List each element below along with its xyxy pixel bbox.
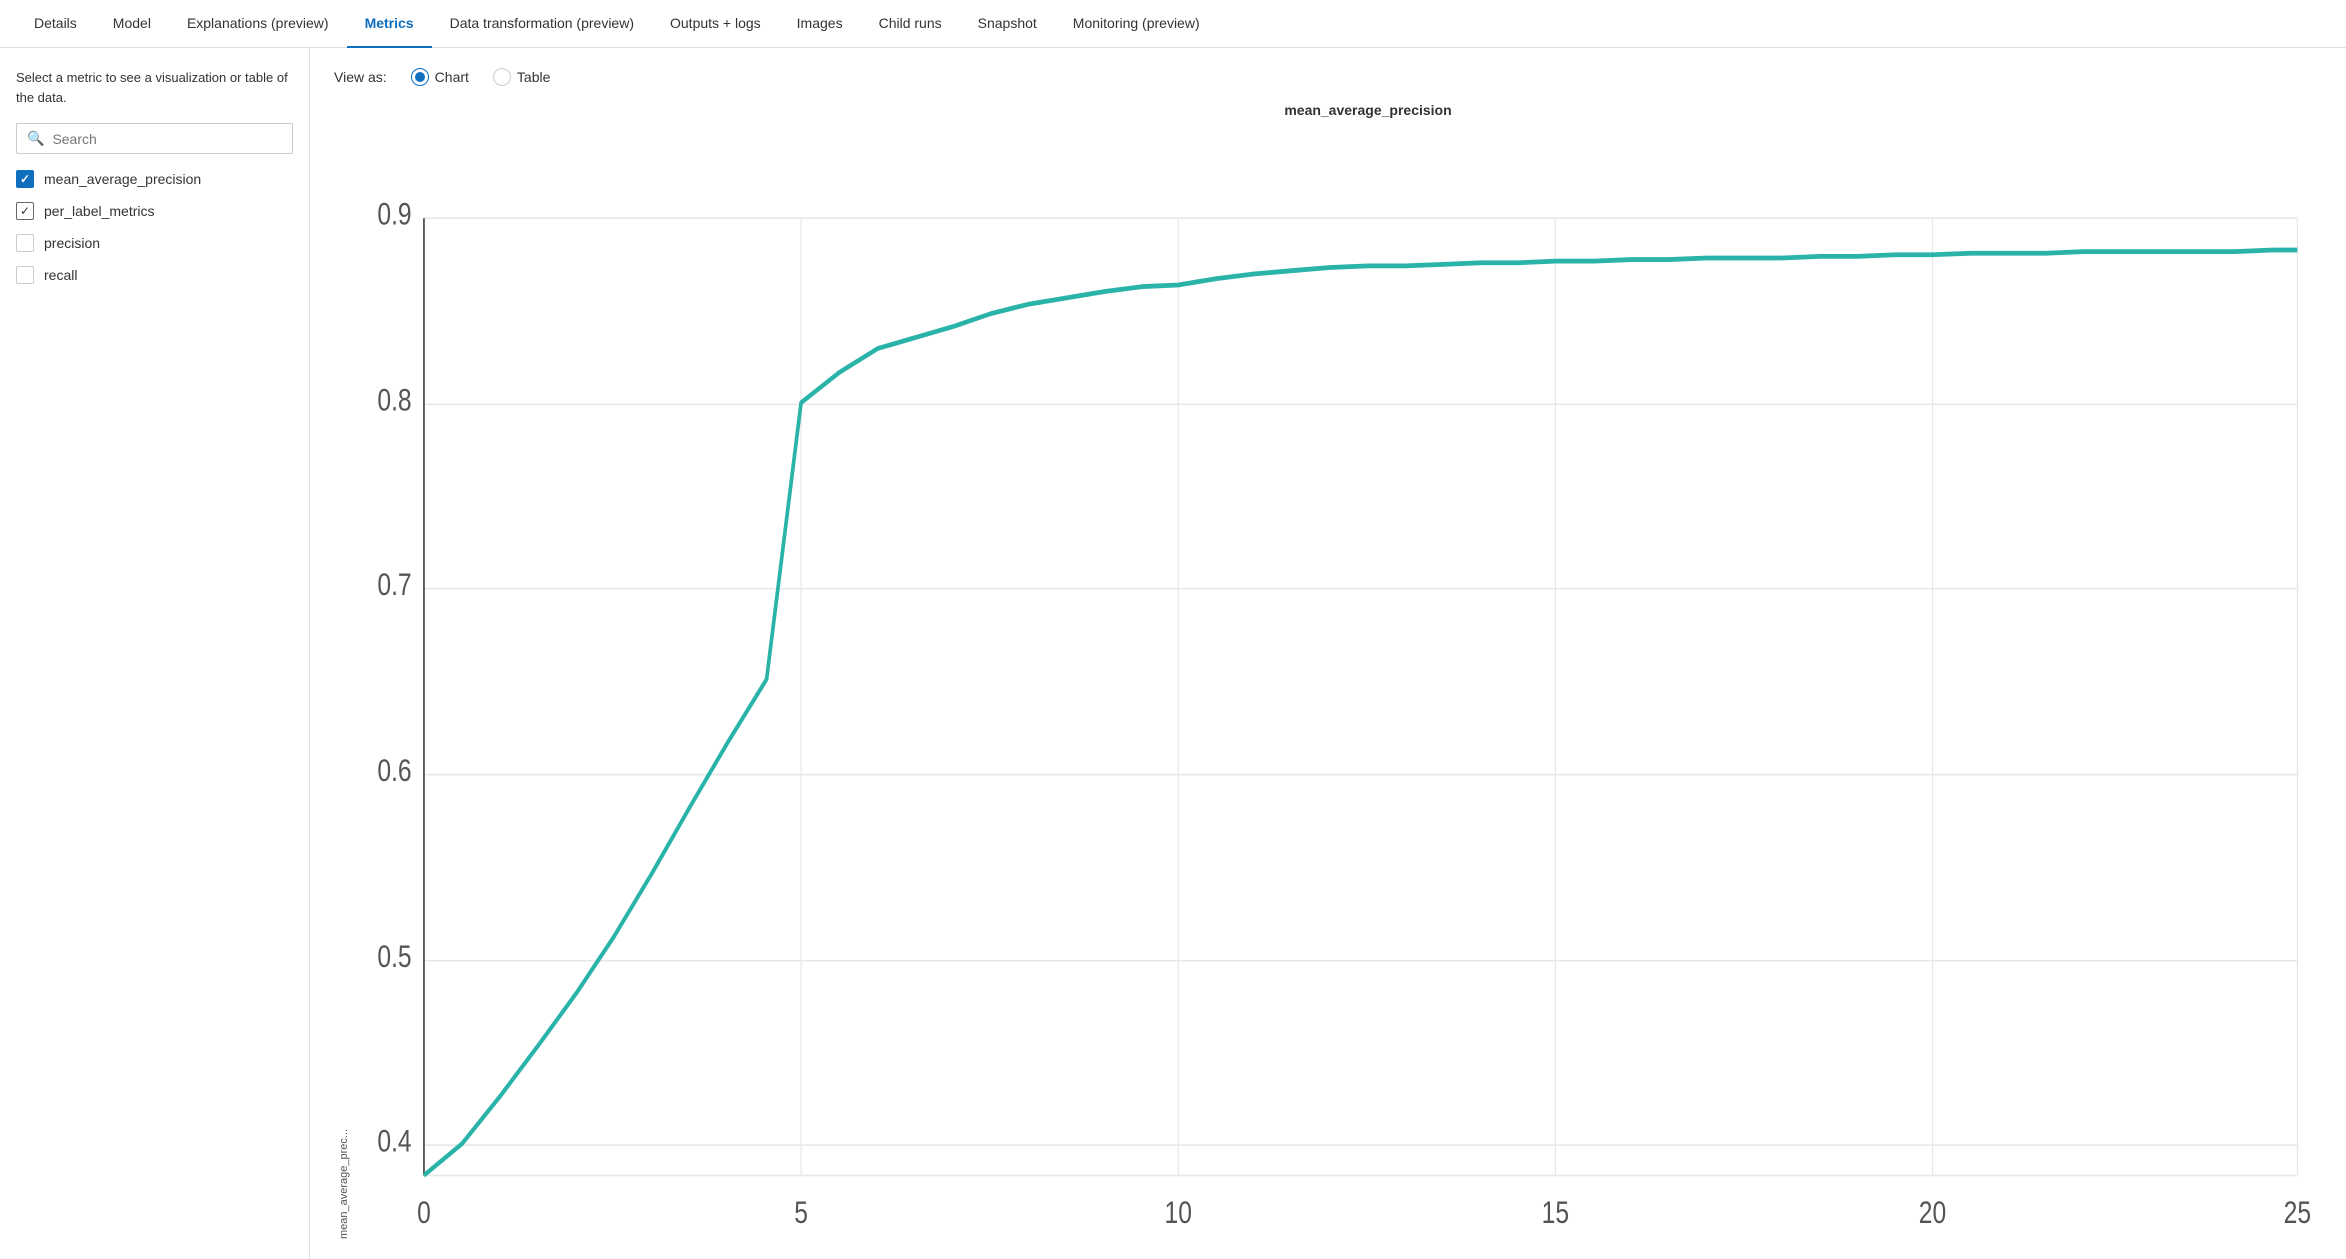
metric-item-precision[interactable]: precision bbox=[16, 234, 293, 252]
svg-text:0.7: 0.7 bbox=[377, 567, 411, 603]
tab-monitoring[interactable]: Monitoring (preview) bbox=[1055, 0, 1218, 48]
chart-svg: 0.9 0.8 0.7 0.6 0.5 0.4 0 5 10 15 20 25 bbox=[350, 126, 2322, 1239]
tab-explanations[interactable]: Explanations (preview) bbox=[169, 0, 347, 48]
svg-text:0: 0 bbox=[417, 1195, 431, 1231]
svg-text:0.5: 0.5 bbox=[377, 939, 411, 975]
radio-label-chart: Chart bbox=[435, 69, 469, 85]
tab-data-transformation[interactable]: Data transformation (preview) bbox=[432, 0, 652, 48]
svg-text:25: 25 bbox=[2284, 1195, 2311, 1231]
tab-child-runs[interactable]: Child runs bbox=[861, 0, 960, 48]
content-area: View as: Chart Table mean_average_precis… bbox=[310, 48, 2346, 1259]
svg-text:10: 10 bbox=[1165, 1195, 1192, 1231]
tab-images[interactable]: Images bbox=[779, 0, 861, 48]
metric-label-precision: precision bbox=[44, 235, 100, 251]
checkbox-per-label-metrics[interactable] bbox=[16, 202, 34, 220]
chart-title: mean_average_precision bbox=[1284, 102, 1451, 118]
tab-details[interactable]: Details bbox=[16, 0, 95, 48]
svg-text:5: 5 bbox=[794, 1195, 808, 1231]
checkbox-mean-average-precision[interactable] bbox=[16, 170, 34, 188]
tab-outputs-logs[interactable]: Outputs + logs bbox=[652, 0, 779, 48]
top-nav: Details Model Explanations (preview) Met… bbox=[0, 0, 2346, 48]
metric-label-per-label-metrics: per_label_metrics bbox=[44, 203, 155, 219]
chart-area: mean_average_precision mean_average_prec… bbox=[334, 102, 2322, 1239]
svg-text:15: 15 bbox=[1542, 1195, 1569, 1231]
radio-label-table: Table bbox=[517, 69, 550, 85]
svg-text:0.4: 0.4 bbox=[377, 1124, 411, 1160]
tab-model[interactable]: Model bbox=[95, 0, 169, 48]
checkbox-precision[interactable] bbox=[16, 234, 34, 252]
search-icon: 🔍 bbox=[27, 130, 44, 147]
chart-svg-wrapper: 0.9 0.8 0.7 0.6 0.5 0.4 0 5 10 15 20 25 bbox=[350, 126, 2322, 1239]
radio-circle-chart bbox=[411, 68, 429, 86]
sidebar: Select a metric to see a visualization o… bbox=[0, 48, 310, 1259]
view-as-row: View as: Chart Table bbox=[334, 68, 2322, 86]
search-input[interactable] bbox=[52, 131, 282, 147]
metric-item-recall[interactable]: recall bbox=[16, 266, 293, 284]
radio-table[interactable]: Table bbox=[493, 68, 550, 86]
svg-text:20: 20 bbox=[1919, 1195, 1946, 1231]
svg-text:0.9: 0.9 bbox=[377, 197, 411, 233]
tab-snapshot[interactable]: Snapshot bbox=[960, 0, 1055, 48]
y-axis-label: mean_average_prec... bbox=[334, 126, 350, 1239]
metric-list: mean_average_precision per_label_metrics… bbox=[16, 170, 293, 284]
view-as-label: View as: bbox=[334, 69, 387, 85]
search-box[interactable]: 🔍 bbox=[16, 123, 293, 154]
svg-text:0.6: 0.6 bbox=[377, 753, 411, 789]
checkbox-recall[interactable] bbox=[16, 266, 34, 284]
metric-label-mean-average-precision: mean_average_precision bbox=[44, 171, 201, 187]
metric-item-mean-average-precision[interactable]: mean_average_precision bbox=[16, 170, 293, 188]
main-layout: Select a metric to see a visualization o… bbox=[0, 48, 2346, 1259]
metric-label-recall: recall bbox=[44, 267, 77, 283]
svg-text:0.8: 0.8 bbox=[377, 383, 411, 419]
metric-item-per-label-metrics[interactable]: per_label_metrics bbox=[16, 202, 293, 220]
tab-metrics[interactable]: Metrics bbox=[347, 0, 432, 48]
radio-circle-table bbox=[493, 68, 511, 86]
radio-chart[interactable]: Chart bbox=[411, 68, 469, 86]
sidebar-description: Select a metric to see a visualization o… bbox=[16, 68, 293, 107]
chart-container: mean_average_prec... bbox=[334, 126, 2322, 1239]
